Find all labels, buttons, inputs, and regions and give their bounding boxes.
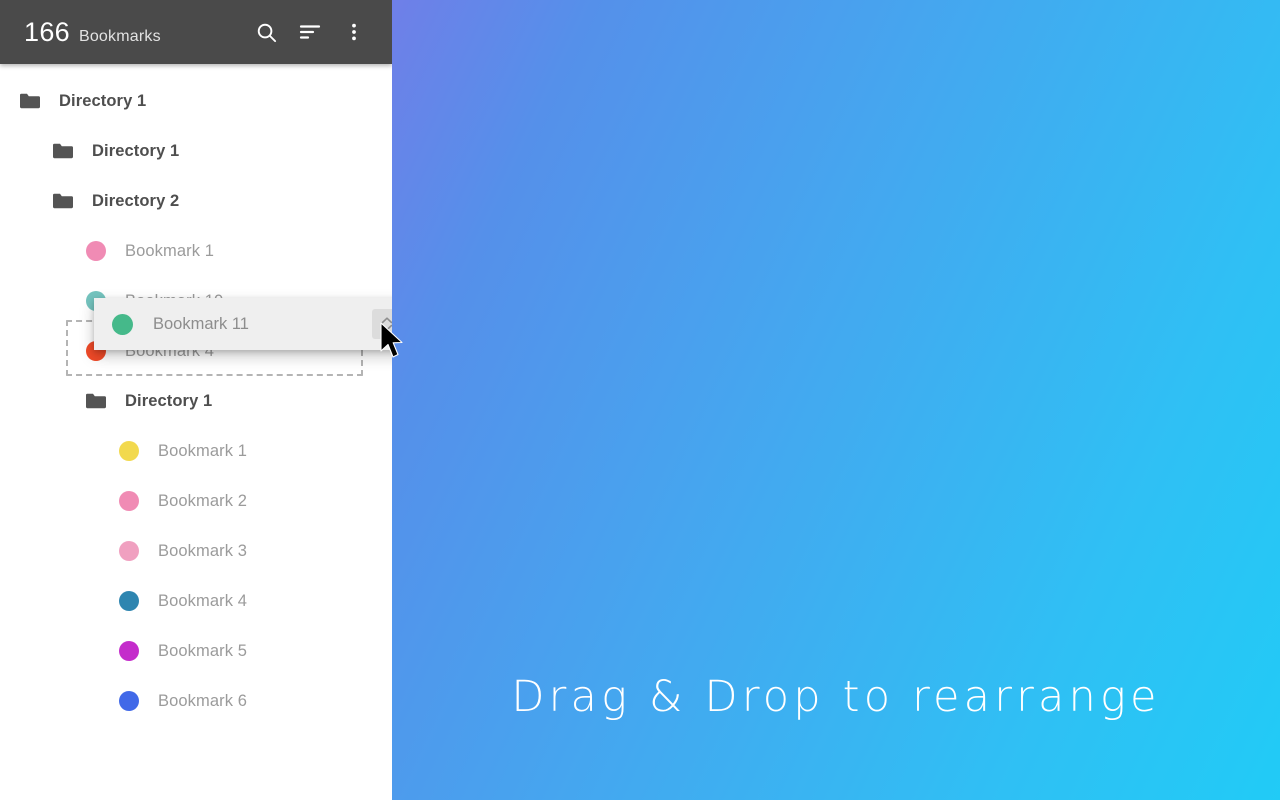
color-dot [119,491,139,511]
app-bar-title: 166 Bookmarks [24,17,244,48]
bookmark-label: Bookmark 1 [125,241,215,260]
tree-bookmark-row[interactable]: Bookmark 3 [0,526,392,576]
bookmark-label: Bookmark 3 [158,541,248,560]
bookmark-color-dot [116,591,142,611]
folder-label: Directory 1 [59,91,147,110]
tree-folder-row[interactable]: Directory 2 [0,176,392,226]
folder-icon [50,142,76,160]
folder-label: Directory 1 [125,391,213,410]
dragged-bookmark-label: Bookmark 11 [153,314,249,333]
color-dot [119,591,139,611]
folder-label: Directory 1 [92,141,180,160]
tree-folder-row[interactable]: Directory 1 [0,376,392,426]
folder-icon [17,92,43,110]
tree-bookmark-row[interactable]: Bookmark 6 [0,676,392,726]
tree-bookmark-row[interactable]: Bookmark 1 [0,226,392,276]
bookmark-count-label: Bookmarks [78,27,161,45]
app-bar-actions [244,10,376,54]
color-dot [119,641,139,661]
overflow-menu-icon [343,21,365,43]
bookmark-tree: Directory 1 Directory 1 Directory 2 Bookmar… [0,64,392,800]
tree-bookmark-row[interactable]: Bookmark 5 [0,626,392,676]
bookmark-color-dot [116,641,142,661]
bookmark-color-dot [116,691,142,711]
bookmark-color-dot [83,241,109,261]
color-dot [86,241,106,261]
search-icon [255,21,278,44]
tree-folder-row[interactable]: Directory 1 [0,76,392,126]
color-dot [119,541,139,561]
bookmark-color-dot [116,541,142,561]
bookmark-label: Bookmark 5 [158,641,248,660]
bookmark-label: Bookmark 4 [158,591,248,610]
tree-folder-row[interactable]: Directory 1 [0,126,392,176]
dragged-bookmark-card[interactable]: Bookmark 11 [94,298,392,350]
bookmark-color-dot [112,313,133,335]
bookmarks-panel: 166 Bookmarks Directory 1 Directory 1 Di… [0,0,392,800]
bookmark-color-dot [116,441,142,461]
drag-handle-updown-icon[interactable] [372,309,392,339]
folder-icon [50,192,76,210]
bookmark-color-dot [116,491,142,511]
bookmark-label: Bookmark 1 [158,441,248,460]
tree-bookmark-row[interactable]: Bookmark 1 [0,426,392,476]
tree-bookmark-row[interactable]: Bookmark 2 [0,476,392,526]
search-button[interactable] [244,10,288,54]
app-bar: 166 Bookmarks [0,0,392,64]
promo-panel: Drag & Drop to rearrange [392,0,1280,800]
color-dot [119,441,139,461]
bookmark-count: 166 [24,16,70,47]
tree-bookmark-row[interactable]: Bookmark 4 [0,576,392,626]
overflow-menu-button[interactable] [332,10,376,54]
bookmark-label: Bookmark 6 [158,691,248,710]
sort-icon [298,20,322,44]
folder-label: Directory 2 [92,191,180,210]
folder-icon [83,392,109,410]
screen: Drag & Drop to rearrange 166 Bookmarks D… [0,0,1280,800]
color-dot [119,691,139,711]
tagline-text: Drag & Drop to rearrange [511,672,1161,722]
bookmark-label: Bookmark 2 [158,491,248,510]
sort-button[interactable] [288,10,332,54]
